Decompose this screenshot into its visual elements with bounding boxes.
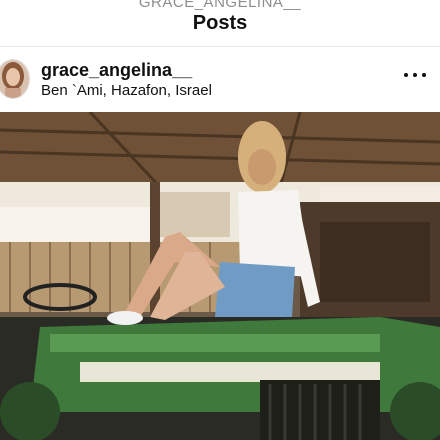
top-bar: GRACE_ANGELINA__ Posts <box>0 0 440 47</box>
post-image[interactable] <box>0 112 440 440</box>
post-username[interactable]: grace_angelina__ <box>41 60 192 81</box>
account-name: GRACE_ANGELINA__ <box>138 0 302 11</box>
post-photo-illustration <box>0 112 440 440</box>
more-options-icon[interactable] <box>404 65 426 85</box>
avatar-image <box>0 60 29 98</box>
page-title: Posts <box>192 12 248 34</box>
post-header: grace_angelina__ Ben `Ami, Hazafon, Isra… <box>0 47 440 111</box>
post-location[interactable]: Ben `Ami, Hazafon, Israel <box>41 82 212 99</box>
avatar[interactable] <box>0 59 30 99</box>
